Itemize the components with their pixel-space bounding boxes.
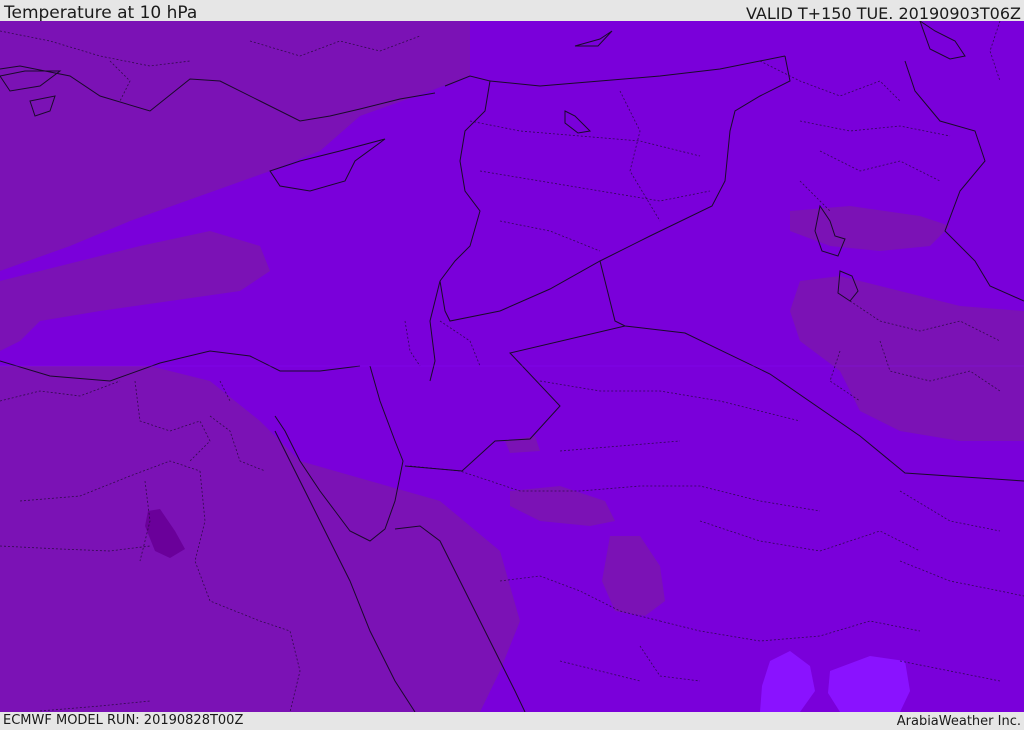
map-canvas (0, 21, 1024, 712)
credit-label: ArabiaWeather Inc. (896, 714, 1021, 729)
footer-bar: ECMWF MODEL RUN: 20190828T00Z ArabiaWeat… (0, 712, 1024, 729)
temperature-map[interactable] (0, 21, 1024, 712)
header-bar: Temperature at 10 hPa VALID T+150 TUE. 2… (0, 0, 1024, 23)
model-run-label: ECMWF MODEL RUN: 20190828T00Z (3, 713, 244, 728)
